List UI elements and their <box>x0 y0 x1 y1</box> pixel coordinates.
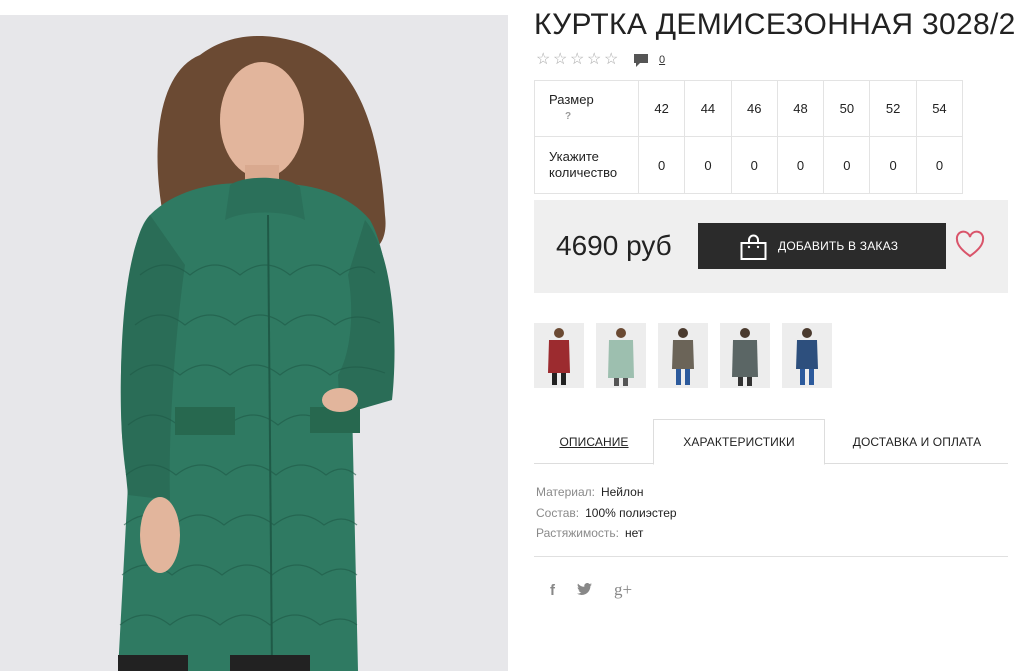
shopping-bag-icon <box>740 234 767 260</box>
quantity-input[interactable]: 0 <box>730 136 778 194</box>
spec-key: Растяжимость: <box>536 526 620 540</box>
spec-key: Материал: <box>536 485 595 499</box>
quantity-input[interactable]: 0 <box>915 136 964 194</box>
product-main-photo[interactable] <box>0 15 508 671</box>
quantity-input[interactable]: 0 <box>776 136 825 194</box>
size-quantity-table: Размер ? 42 44 46 48 50 52 54 Укажите ко… <box>534 80 964 194</box>
spec-row: Растяжимость: нет <box>536 523 677 544</box>
spec-value: нет <box>625 526 644 540</box>
twitter-icon[interactable] <box>577 582 592 599</box>
size-cell: 54 <box>915 80 964 137</box>
quantity-input[interactable]: 0 <box>637 136 686 194</box>
quantity-input[interactable]: 0 <box>823 136 871 194</box>
divider <box>534 556 1008 557</box>
spec-key: Состав: <box>536 505 580 520</box>
star-icon[interactable]: ☆ <box>587 52 604 68</box>
quantity-input[interactable]: 0 <box>869 136 917 194</box>
comment-icon[interactable] <box>633 53 649 67</box>
googleplus-icon[interactable]: g+ <box>614 580 632 600</box>
buy-panel: 4690 руб ДОБАВИТЬ В ЗАКАЗ <box>534 200 1008 293</box>
comments-count-link[interactable]: 0 <box>659 54 665 66</box>
size-cell: 42 <box>637 80 686 137</box>
star-icon[interactable]: ☆ <box>570 52 587 68</box>
quantity-row: Укажите количество 0 0 0 0 0 0 0 <box>534 136 964 194</box>
size-cell: 44 <box>684 80 732 137</box>
thumbnail-blue[interactable] <box>782 323 832 388</box>
thumbnail-taupe[interactable] <box>658 323 708 388</box>
size-label: Размер <box>549 92 594 107</box>
spec-row: Материал: Нейлон <box>536 482 677 503</box>
size-cell: 52 <box>869 80 917 137</box>
color-thumbnails <box>534 323 844 388</box>
size-cell: 48 <box>776 80 825 137</box>
heart-icon[interactable] <box>955 230 985 260</box>
model-in-coat-image <box>0 15 508 671</box>
price: 4690 руб <box>556 230 672 261</box>
star-icon[interactable]: ☆ <box>536 52 553 68</box>
thumbnail-grey[interactable] <box>720 323 770 388</box>
star-icon[interactable]: ☆ <box>553 52 570 68</box>
facebook-icon[interactable]: f <box>550 582 555 599</box>
spec-value: Нейлон <box>600 485 644 499</box>
characteristics-list: Материал: Нейлон Состав: 100% полиэстер Ра… <box>536 482 677 544</box>
tab-description[interactable]: ОПИСАНИЕ <box>534 419 654 464</box>
add-to-order-button[interactable]: ДОБАВИТЬ В ЗАКАЗ <box>698 223 946 269</box>
spec-value: 100% полиэстер <box>585 505 677 520</box>
tab-delivery-payment[interactable]: ДОСТАВКА И ОПЛАТА <box>826 419 1008 464</box>
size-row: Размер ? 42 44 46 48 50 52 54 <box>534 80 964 137</box>
product-tabs: ОПИСАНИЕ ХАРАКТЕРИСТИКИ ДОСТАВКА И ОПЛАТ… <box>534 419 1008 465</box>
spec-row: Состав: 100% полиэстер <box>536 503 677 524</box>
size-help-icon[interactable]: ? <box>549 109 638 125</box>
social-share: f g+ <box>550 580 654 600</box>
thumbnail-burgundy[interactable] <box>534 323 584 388</box>
star-icon[interactable]: ☆ <box>604 52 621 68</box>
quantity-label-line1: Укажите <box>549 149 599 164</box>
rating-row: ☆ ☆ ☆ ☆ ☆ 0 <box>536 52 665 68</box>
size-cell: 46 <box>730 80 778 137</box>
size-cell: 50 <box>823 80 871 137</box>
add-to-order-label: ДОБАВИТЬ В ЗАКАЗ <box>778 239 899 253</box>
product-title: КУРТКА ДЕМИСЕЗОННАЯ 3028/2 <box>534 8 1016 41</box>
quantity-label-cell: Укажите количество <box>534 136 639 194</box>
size-label-cell: Размер ? <box>534 80 639 137</box>
quantity-input[interactable]: 0 <box>684 136 732 194</box>
thumbnail-mint[interactable] <box>596 323 646 388</box>
quantity-label-line2: количество <box>549 165 618 180</box>
tab-characteristics[interactable]: ХАРАКТЕРИСТИКИ <box>653 419 825 465</box>
